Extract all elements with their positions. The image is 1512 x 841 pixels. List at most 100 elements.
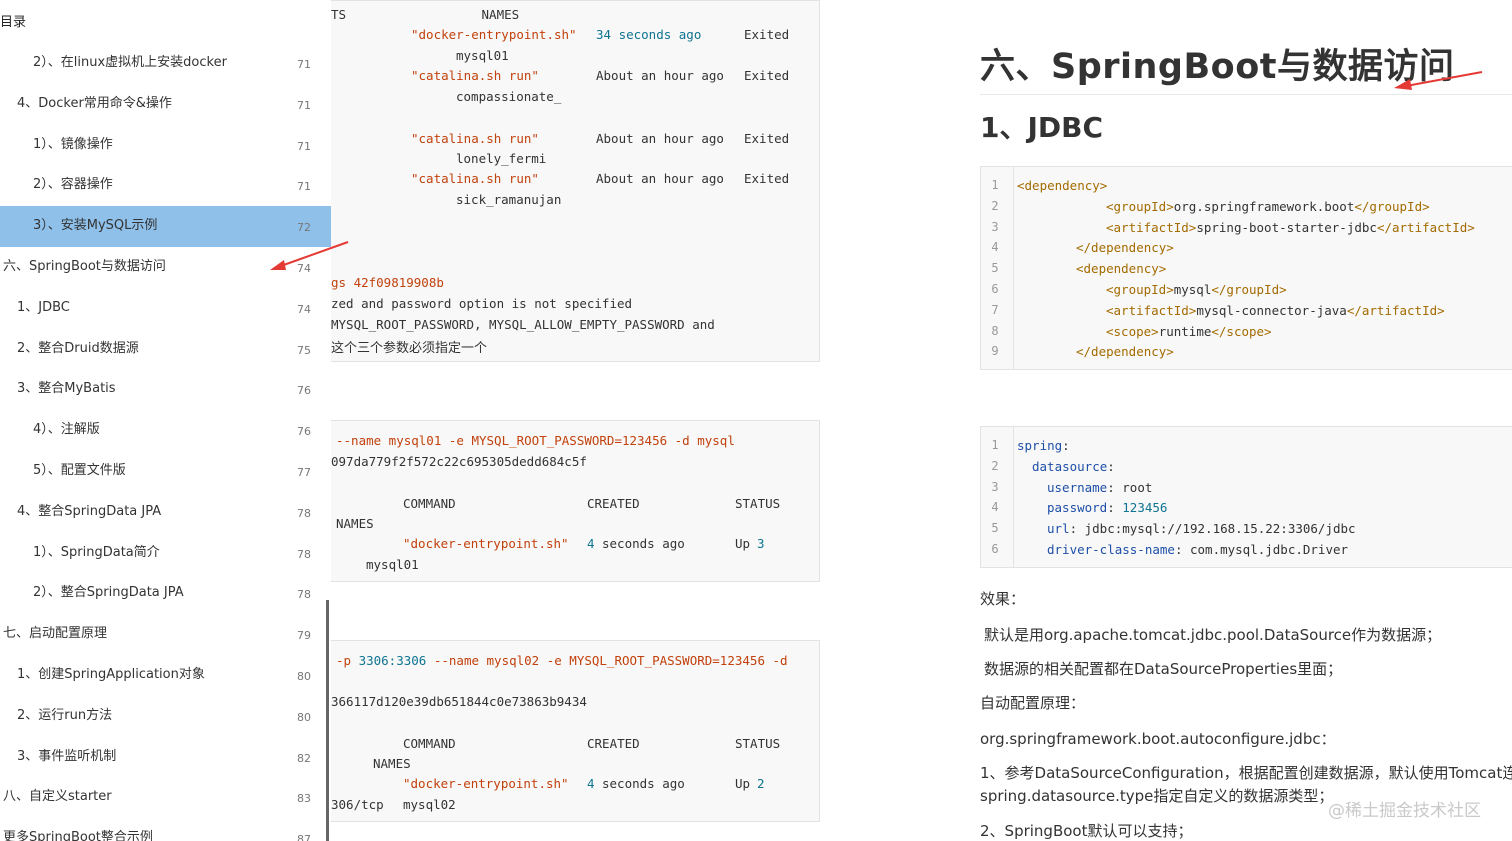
terminal-status-num: 2 [757, 776, 765, 791]
toc-item[interactable]: 4、Docker常用命令&操作 71 [0, 84, 331, 125]
code-token: spring [1017, 438, 1063, 453]
toc-scrollbar[interactable] [326, 600, 329, 841]
line-number-gutter: 1 2 3 4 5 6 7 8 9 [981, 167, 1014, 369]
paragraph-auto-config: 自动配置原理： [980, 694, 1086, 712]
toc-item[interactable]: 2、运行run方法 80 [0, 696, 331, 737]
toc-item-label: 1、JDBC [17, 299, 70, 315]
code-token: <dependency> [1076, 261, 1167, 277]
code-token: spring-boot-starter-jdbc [1196, 219, 1377, 235]
line-number: 2 [991, 458, 999, 473]
annotation-arrow-icon [1394, 71, 1483, 90]
toc-item-label: 4）、注解版 [33, 422, 100, 438]
code-token: mysql-connector-java [1196, 302, 1347, 318]
toc-item-page: 76 [297, 425, 311, 439]
terminal-cmd: "catalina.sh run" [411, 131, 539, 146]
toc-item-label: 4、Docker常用命令&操作 [17, 95, 172, 111]
toc-item[interactable]: 2）、容器操作 71 [0, 165, 331, 206]
terminal-cmd-port: 3306:3306 [358, 653, 427, 668]
toc-item[interactable]: 5）、配置文件版 77 [0, 451, 331, 492]
paragraph-package: org.springframework.boot.autoconfigure.j… [980, 730, 1336, 748]
line-number: 6 [991, 542, 999, 556]
toc-item-page: 83 [297, 792, 311, 806]
terminal-name: lonely_fermi [456, 151, 547, 166]
terminal-cmd: "catalina.sh run" [411, 171, 539, 186]
code-token: <artifactId> [1106, 302, 1197, 318]
toc-list: 2）、在linux虚拟机上安装docker 71 4、Docker常用命令&操作 71… [0, 43, 331, 841]
paragraph-effect: 效果： [980, 590, 1026, 608]
toc-item-page: 80 [297, 669, 311, 683]
code-token: mysql [1173, 282, 1212, 297]
code-line: spring: [1017, 438, 1070, 453]
toc-item[interactable]: 3、事件监听机制 82 [0, 737, 331, 778]
toc-item-label: 4、整合SpringData JPA [17, 503, 162, 519]
paragraph-reference-1b: spring.datasource.type指定自定义的数据源类型； [980, 787, 1334, 805]
terminal-status: Exited [744, 171, 790, 186]
toc-item-page: 87 [297, 833, 311, 841]
toc-item[interactable]: 4）、注解版 76 [0, 410, 331, 451]
code-token: </groupId> [1354, 198, 1430, 214]
terminal-created: About an hour ago [596, 171, 724, 186]
toc-item[interactable]: 2）、整合SpringData JPA 78 [0, 573, 331, 614]
terminal-log-line: MYSQL_ROOT_PASSWORD, MYSQL_ALLOW_EMPTY_P… [331, 317, 715, 332]
terminal-output-run-mysql01: --name mysql01 -e MYSQL_ROOT_PASSWORD=12… [320, 420, 820, 582]
toc-item-label: 2、运行run方法 [17, 707, 113, 723]
code-token: : [1107, 458, 1115, 474]
toc-item-label: 1）、SpringData简介 [33, 544, 160, 560]
code-token: <scope> [1106, 323, 1159, 339]
terminal-header: TS NAMES [331, 7, 520, 22]
paragraph-datasource-properties: 数据源的相关配置都在DataSourceProperties里面； [984, 660, 1343, 678]
terminal-status: Exited [744, 27, 790, 42]
terminal-name: mysql01 [366, 557, 419, 572]
code-line: <scope>runtime</scope> [1106, 324, 1272, 339]
terminal-col-status: STATUS [735, 496, 781, 511]
terminal-name: compassionate_ [456, 89, 562, 104]
toc-item-page: 75 [297, 343, 311, 357]
code-line: </dependency> [1076, 344, 1174, 359]
code-token: </dependency> [1076, 240, 1174, 256]
terminal-col-names: NAMES [373, 756, 411, 771]
paragraph-reference-2: 2、SpringBoot默认可以支持； [980, 822, 1193, 840]
toc-item[interactable]: 2）、在linux虚拟机上安装docker 71 [0, 43, 331, 84]
terminal-cmd-flag: -p [336, 653, 359, 668]
toc-item-page: 74 [297, 302, 311, 316]
toc-item[interactable]: 更多SpringBoot整合示例 87 [0, 818, 331, 841]
line-number: 9 [991, 344, 999, 359]
terminal-created: 34 seconds ago [596, 27, 702, 42]
code-line: datasource: [1032, 459, 1115, 474]
toc-item-label: 七、启动配置原理 [3, 626, 108, 642]
toc-item-label: 1）、镜像操作 [33, 136, 113, 152]
heading-divider [980, 94, 1512, 95]
toc-item[interactable]: 1、JDBC 74 [0, 288, 331, 329]
code-token: runtime [1158, 323, 1212, 339]
toc-item-label: 2）、整合SpringData JPA [33, 585, 184, 601]
toc-item[interactable]: 八、自定义starter 83 [0, 777, 331, 818]
code-line: <dependency> [1017, 178, 1107, 193]
toc-item[interactable]: 1）、SpringData简介 78 [0, 533, 331, 574]
toc-item-page: 71 [297, 98, 311, 112]
code-token: org.springframework.boot [1173, 198, 1355, 214]
toc-item-label: 六、SpringBoot与数据访问 [3, 258, 166, 274]
toc-item-page: 78 [297, 588, 311, 602]
toc-item[interactable]: 4、整合SpringData JPA 78 [0, 492, 331, 533]
toc-item[interactable]: 3、整合MyBatis 76 [0, 369, 331, 410]
terminal-col-created: CREATED [587, 496, 640, 511]
paragraph-reference-1: 1、参考DataSourceConfiguration，根据配置创建数据源，默认… [980, 764, 1512, 782]
yaml-code-block[interactable]: 123456 spring: datasource: username: root p… [980, 426, 1512, 568]
toc-title: 目录 [0, 15, 27, 30]
toc-item[interactable]: 七、启动配置原理 79 [0, 614, 331, 655]
toc-item[interactable]: 2、整合Druid数据源 75 [0, 329, 331, 370]
subsection-heading: 1、JDBC [980, 111, 1104, 144]
annotation-arrow-icon [270, 241, 349, 270]
terminal-status: Exited [744, 68, 790, 83]
terminal-created: About an hour ago [596, 68, 724, 83]
toc-item-page: 79 [297, 629, 311, 643]
toc-item[interactable]: 1、创建SpringApplication对象 80 [0, 655, 331, 696]
terminal-created-text: seconds ago [602, 536, 685, 551]
line-number: 2 [991, 198, 999, 213]
code-token: url [1047, 521, 1070, 537]
terminal-cmd: "docker-entrypoint.sh" [403, 776, 569, 791]
code-token: : [1107, 500, 1123, 516]
toc-item[interactable]: 1）、镜像操作 71 [0, 125, 331, 166]
line-number: 8 [991, 323, 999, 338]
xml-code-block[interactable]: 123456789 <dependency> <groupId>org.sprin… [980, 166, 1512, 370]
